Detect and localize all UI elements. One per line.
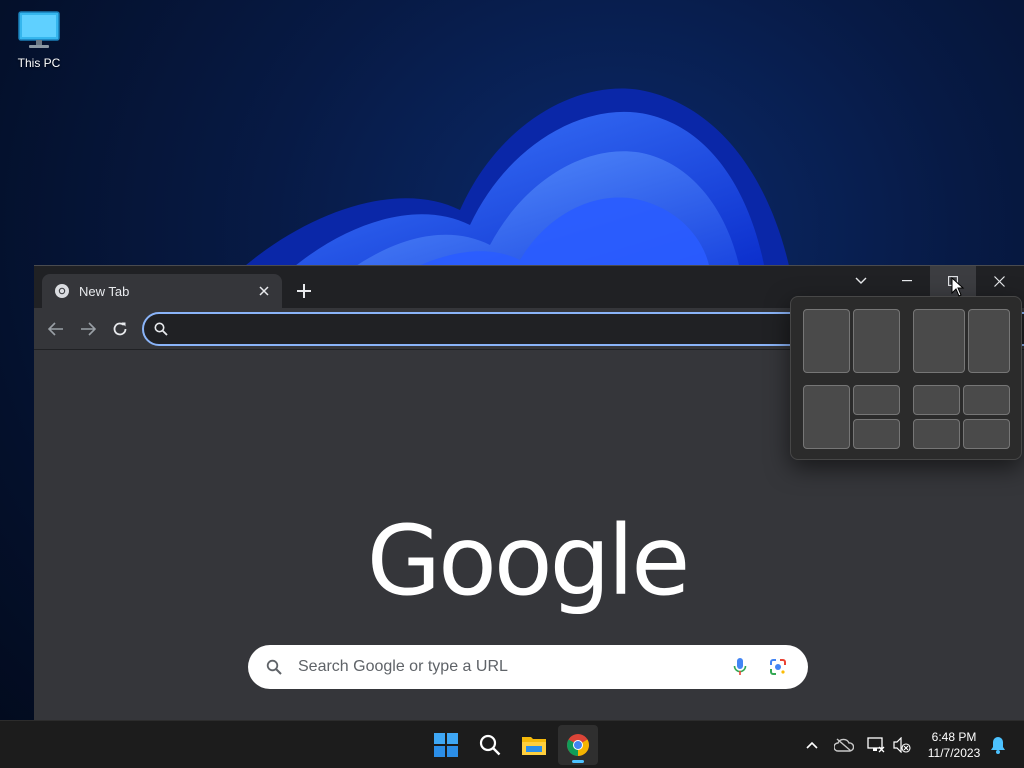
microphone-icon <box>733 658 747 675</box>
notifications-button[interactable] <box>986 733 1010 757</box>
taskbar: 6:48 PM 11/7/2023 <box>0 720 1024 768</box>
tab-search-button[interactable] <box>838 266 884 296</box>
chrome-icon <box>55 284 69 298</box>
close-icon <box>259 286 269 296</box>
google-logo: Google <box>366 505 691 617</box>
new-tab-button[interactable] <box>292 279 316 303</box>
snap-zone-bottom-right-quarter[interactable] <box>853 419 900 449</box>
lens-search-button[interactable] <box>766 655 790 679</box>
lens-icon <box>770 659 786 675</box>
desktop-icon-this-pc[interactable]: This PC <box>8 10 70 76</box>
tab-title: New Tab <box>79 283 130 299</box>
tab-new-tab[interactable]: New Tab <box>42 274 282 308</box>
snap-zone-bottom-right-quarter-2[interactable] <box>963 419 1010 449</box>
clock-date: 11/7/2023 <box>927 746 981 760</box>
google-search-box[interactable]: Search Google or type a URL <box>248 645 808 689</box>
snap-zone-two-thirds-left[interactable] <box>913 309 965 373</box>
snap-layouts-flyout <box>790 296 1022 460</box>
wallpaper-bloom <box>240 88 790 270</box>
forward-button[interactable] <box>76 317 100 341</box>
taskbar-clock[interactable]: 6:48 PM 11/7/2023 <box>918 729 990 761</box>
plus-icon <box>297 284 311 298</box>
chevron-down-icon <box>855 277 867 284</box>
search-icon <box>479 734 501 756</box>
reload-button[interactable] <box>108 317 132 341</box>
close-icon <box>993 275 1005 287</box>
chrome-taskbar-button[interactable] <box>558 725 598 765</box>
snap-zone-half-right[interactable] <box>853 309 900 373</box>
voice-search-button[interactable] <box>728 655 752 679</box>
network-icon <box>867 737 885 753</box>
close-button[interactable] <box>976 266 1022 296</box>
arrow-right-icon <box>81 322 96 336</box>
volume-muted-icon <box>893 737 911 753</box>
search-icon <box>266 659 282 675</box>
snap-zone-one-third-right[interactable] <box>968 309 1010 373</box>
clock-time: 6:48 PM <box>931 730 977 744</box>
file-explorer-button[interactable] <box>514 725 554 765</box>
snap-zone-half-left[interactable] <box>803 309 850 373</box>
show-hidden-icons-button[interactable] <box>800 733 824 757</box>
mouse-cursor <box>951 277 965 297</box>
search-placeholder: Search Google or type a URL <box>298 658 508 675</box>
desktop-icon-label: This PC <box>17 56 61 70</box>
chevron-up-icon <box>806 741 818 749</box>
network-tray-button[interactable] <box>864 733 888 757</box>
reload-icon <box>113 322 127 336</box>
back-button[interactable] <box>44 317 68 341</box>
snap-zone-top-right-quarter[interactable] <box>853 385 900 415</box>
snap-zone-bottom-left-quarter[interactable] <box>913 419 960 449</box>
search-icon <box>154 322 168 336</box>
snap-zone-top-left-quarter[interactable] <box>913 385 960 415</box>
minimize-icon <box>902 280 912 282</box>
windows-start-icon <box>434 733 458 757</box>
tab-close-button[interactable] <box>254 281 274 301</box>
onedrive-icon <box>834 738 854 752</box>
minimize-button[interactable] <box>884 266 930 296</box>
snap-zone-left-half[interactable] <box>803 385 850 449</box>
monitor-icon <box>18 11 60 48</box>
start-button[interactable] <box>426 725 466 765</box>
arrow-left-icon <box>48 322 63 336</box>
onedrive-tray-button[interactable] <box>832 733 856 757</box>
volume-tray-button[interactable] <box>890 733 914 757</box>
taskbar-search-button[interactable] <box>470 725 510 765</box>
snap-zone-top-right-quarter-2[interactable] <box>963 385 1010 415</box>
file-explorer-icon <box>522 737 546 755</box>
chrome-icon <box>567 734 589 756</box>
bell-icon <box>991 737 1005 754</box>
